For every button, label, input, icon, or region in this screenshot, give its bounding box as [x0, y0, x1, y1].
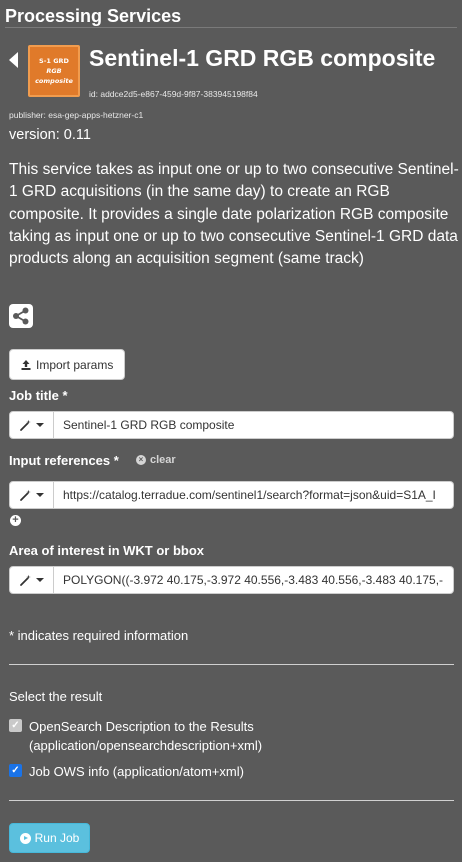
chevron-down-icon — [36, 578, 44, 582]
job-title-label: Job title * — [9, 388, 68, 403]
result-option-opensearch: ✓ OpenSearch Description to the Results … — [9, 717, 262, 755]
required-note: * indicates required information — [9, 628, 189, 643]
clear-references-link[interactable]: × clear — [136, 454, 176, 466]
input-references-label: Input references * — [9, 453, 119, 468]
input-references-wand-dropdown[interactable] — [9, 481, 54, 509]
run-job-label: Run Job — [34, 831, 80, 845]
result-option-sublabel: (application/opensearchdescription+xml) — [29, 738, 263, 753]
result-option-label: OpenSearch Description to the Results — [29, 719, 254, 734]
magic-wand-icon — [20, 419, 31, 431]
checkbox-ows[interactable]: ✓ — [9, 764, 22, 777]
clear-label: clear — [150, 454, 176, 466]
job-title-wand-dropdown[interactable] — [9, 411, 54, 439]
import-params-label: Import params — [36, 357, 114, 372]
run-job-button[interactable]: Run Job — [9, 823, 90, 853]
magic-wand-icon — [20, 574, 31, 586]
input-references-input[interactable]: https://catalog.terradue.com/sentinel1/s… — [54, 481, 454, 509]
section-divider — [9, 664, 454, 665]
play-circle-icon — [19, 832, 31, 844]
share-icon — [13, 307, 29, 325]
service-title: Sentinel-1 GRD RGB composite — [89, 45, 436, 71]
logo-text-line2: RGB — [46, 66, 62, 75]
service-id: id: addce2d5-e867-459d-9f87-383945198f84 — [89, 89, 258, 99]
aoi-group: POLYGON((-3.972 40.175,-3.972 40.556,-3.… — [9, 566, 454, 594]
aoi-label: Area of interest in WKT or bbox — [9, 543, 205, 558]
plus-circle-icon[interactable]: + — [10, 515, 21, 526]
chevron-down-icon — [36, 493, 44, 497]
service-version: version: 0.11 — [9, 127, 91, 143]
title-divider — [5, 27, 457, 28]
logo-text-line3: composite — [35, 76, 73, 85]
select-result-label: Select the result — [9, 689, 103, 704]
result-option-ows[interactable]: ✓ Job OWS info (application/atom+xml) — [9, 762, 244, 781]
service-logo: S-1 GRD RGB composite — [28, 45, 80, 97]
magic-wand-icon — [20, 489, 31, 501]
result-option-label: Job OWS info (application/atom+xml) — [29, 764, 244, 779]
service-publisher: publisher: esa-gep-apps-hetzner-c1 — [9, 110, 144, 120]
section-divider — [9, 800, 454, 801]
input-references-group: https://catalog.terradue.com/sentinel1/s… — [9, 481, 454, 509]
job-title-group: Sentinel-1 GRD RGB composite — [9, 411, 454, 439]
share-button[interactable] — [9, 304, 33, 328]
aoi-input[interactable]: POLYGON((-3.972 40.175,-3.972 40.556,-3.… — [54, 566, 454, 594]
job-title-input[interactable]: Sentinel-1 GRD RGB composite — [54, 411, 454, 439]
times-circle-icon: × — [136, 455, 146, 465]
import-params-button[interactable]: Import params — [9, 349, 125, 380]
logo-text-line1: S-1 GRD — [39, 56, 69, 65]
panel-title: Processing Services — [5, 6, 182, 26]
aoi-wand-dropdown[interactable] — [9, 566, 54, 594]
chevron-left-icon[interactable] — [9, 52, 18, 68]
upload-icon — [21, 359, 31, 370]
checkbox-opensearch: ✓ — [9, 719, 22, 732]
chevron-down-icon — [36, 423, 44, 427]
service-description: This service takes as input one or up to… — [9, 161, 459, 268]
